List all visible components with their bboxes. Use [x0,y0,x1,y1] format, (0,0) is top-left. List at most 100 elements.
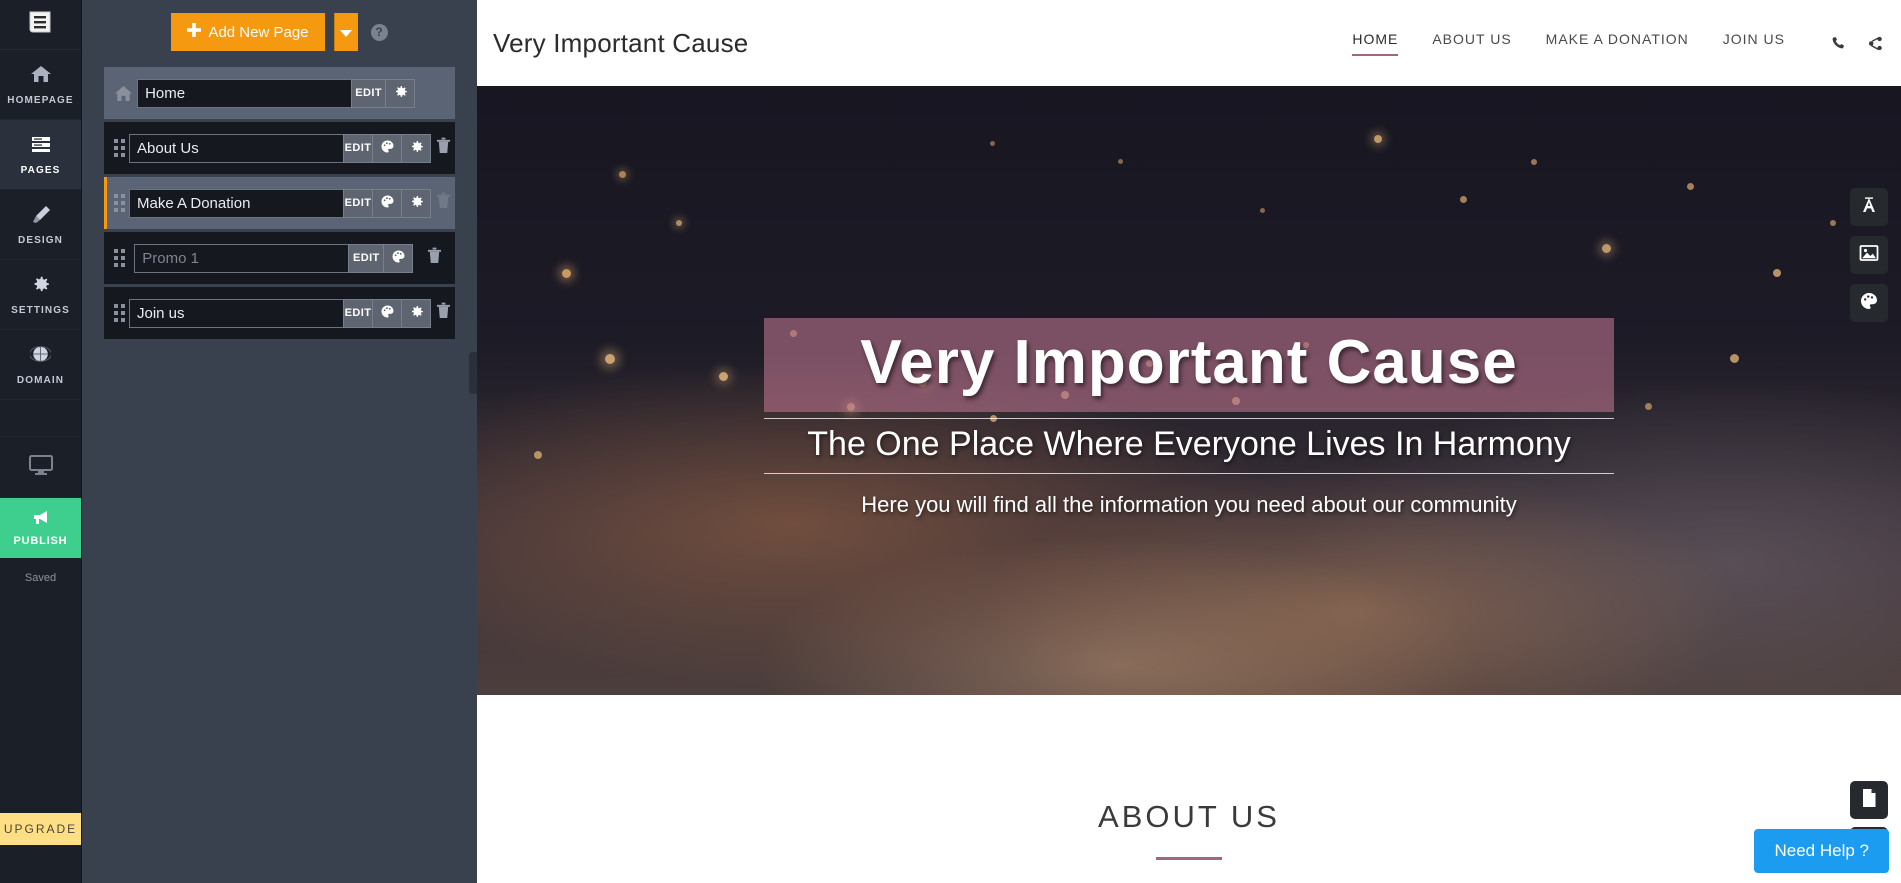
add-new-page-label: Add New Page [208,23,309,41]
page-name-input[interactable] [134,243,350,273]
site-nav: HOME ABOUT US MAKE A DONATION JOIN US [1352,31,1883,56]
trash-icon [427,247,442,269]
page-row-about-us[interactable]: EDIT [104,122,455,177]
hero-subtitle: The One Place Where Everyone Lives In Ha… [807,425,1571,463]
page-edit-button[interactable]: EDIT [343,133,373,163]
add-image-button[interactable] [1850,236,1888,274]
add-text-button[interactable] [1850,188,1888,226]
home-icon [30,64,52,89]
page-style-button[interactable] [372,133,402,163]
hero-section[interactable]: Very Important Cause The One Place Where… [477,86,1901,695]
page-row-make-a-donation[interactable]: EDIT [104,177,455,232]
site-header: Very Important Cause HOME ABOUT US MAKE … [477,0,1901,86]
page-delete-button[interactable] [431,192,455,214]
plus-icon [187,23,202,41]
drag-handle[interactable] [114,304,125,322]
page-row-promo-1[interactable]: EDIT [104,232,455,287]
question-mark-icon[interactable]: ? [370,23,388,41]
page-row-join-us[interactable]: EDIT [104,287,455,342]
hero-description[interactable]: Here you will find all the information y… [861,492,1516,518]
brush-icon [30,204,52,229]
site-logo[interactable]: Very Important Cause [493,28,748,59]
palette-icon [391,249,406,267]
preview-site-button[interactable] [0,436,81,498]
menu-document-icon [28,10,54,39]
page-name-input[interactable] [137,78,353,108]
hero-title: Very Important Cause [860,328,1518,397]
page-edit-button[interactable]: EDIT [351,78,387,108]
page-style-button[interactable] [372,298,402,328]
page-row-home[interactable]: EDIT [104,67,455,122]
need-help-button[interactable]: Need Help ? [1754,829,1889,873]
gear-icon [409,139,424,157]
hero-title-band[interactable]: Very Important Cause [764,318,1614,412]
nav-link-about-us[interactable]: ABOUT US [1432,31,1511,56]
gear-icon [393,84,408,102]
sidebar-item-homepage[interactable]: HOMEPAGE [0,50,81,120]
rail-spacer [0,400,81,436]
gear-icon [409,194,424,212]
page-settings-button[interactable] [401,298,431,328]
style-palette-button[interactable] [1850,284,1888,322]
page-name-input[interactable] [129,298,344,328]
publish-label: PUBLISH [13,535,68,547]
sidebar-item-label: PAGES [20,164,61,176]
page-delete-button[interactable] [431,302,455,324]
add-new-page-button[interactable]: Add New Page [171,13,325,51]
about-title: ABOUT US [1098,799,1280,834]
share-icon[interactable] [1868,36,1883,51]
palette-tool-icon [1859,291,1879,316]
globe-icon [29,344,52,369]
sidebar-item-pages[interactable]: PAGES [0,120,81,190]
page-style-button[interactable] [383,243,414,273]
pages-list: EDIT EDIT [104,67,455,342]
rail-bottom-padding [0,845,81,883]
nav-link-join-us[interactable]: JOIN US [1723,31,1785,56]
page-name-input[interactable] [129,133,344,163]
gear-icon [30,274,51,299]
page-edit-button[interactable]: EDIT [343,188,373,218]
trash-icon [436,302,451,324]
palette-icon [380,139,395,157]
nav-link-home[interactable]: HOME [1352,31,1399,56]
phone-icon[interactable] [1831,36,1846,51]
sidebar-item-domain[interactable]: DOMAIN [0,330,81,400]
page-delete-button[interactable] [413,247,455,269]
trash-icon [436,137,451,159]
hero-subtitle-wrap[interactable]: The One Place Where Everyone Lives In Ha… [764,418,1614,474]
drag-handle[interactable] [114,249,130,267]
floating-editor-toolbar [1850,188,1888,322]
about-section[interactable]: ABOUT US [477,695,1901,860]
page-name-input[interactable] [129,188,344,218]
page-tool-icon [1860,788,1878,813]
drag-handle[interactable] [114,194,125,212]
page-settings-button[interactable] [385,78,416,108]
text-tool-icon [1859,195,1879,220]
pages-panel: Add New Page ? EDIT [82,0,485,883]
app-menu-logo-button[interactable] [0,0,81,50]
drag-handle[interactable] [114,139,125,157]
trash-icon [436,192,451,214]
pages-icon [30,134,52,159]
nav-link-make-a-donation[interactable]: MAKE A DONATION [1546,31,1689,56]
page-edit-button[interactable]: EDIT [343,298,373,328]
publish-button[interactable]: PUBLISH [0,498,81,558]
upgrade-button[interactable]: UPGRADE [0,813,81,845]
site-preview: Very Important Cause HOME ABOUT US MAKE … [477,0,1901,883]
site-nav-icons [1831,36,1883,51]
left-icon-rail: HOMEPAGE PAGES DESIGN SETTINGS DOMAIN PU… [0,0,82,883]
megaphone-icon [31,509,51,531]
add-page-element-button[interactable] [1850,781,1888,819]
page-style-button[interactable] [372,188,402,218]
home-icon [114,85,133,102]
page-delete-button[interactable] [431,137,455,159]
sidebar-item-label: DOMAIN [16,374,65,386]
sidebar-item-design[interactable]: DESIGN [0,190,81,260]
add-new-page-dropdown-button[interactable] [333,13,358,51]
sidebar-item-settings[interactable]: SETTINGS [0,260,81,330]
page-settings-button[interactable] [401,133,431,163]
page-edit-button[interactable]: EDIT [348,243,385,273]
sidebar-item-label: DESIGN [18,234,63,246]
rail-filler [0,584,81,813]
page-settings-button[interactable] [401,188,431,218]
